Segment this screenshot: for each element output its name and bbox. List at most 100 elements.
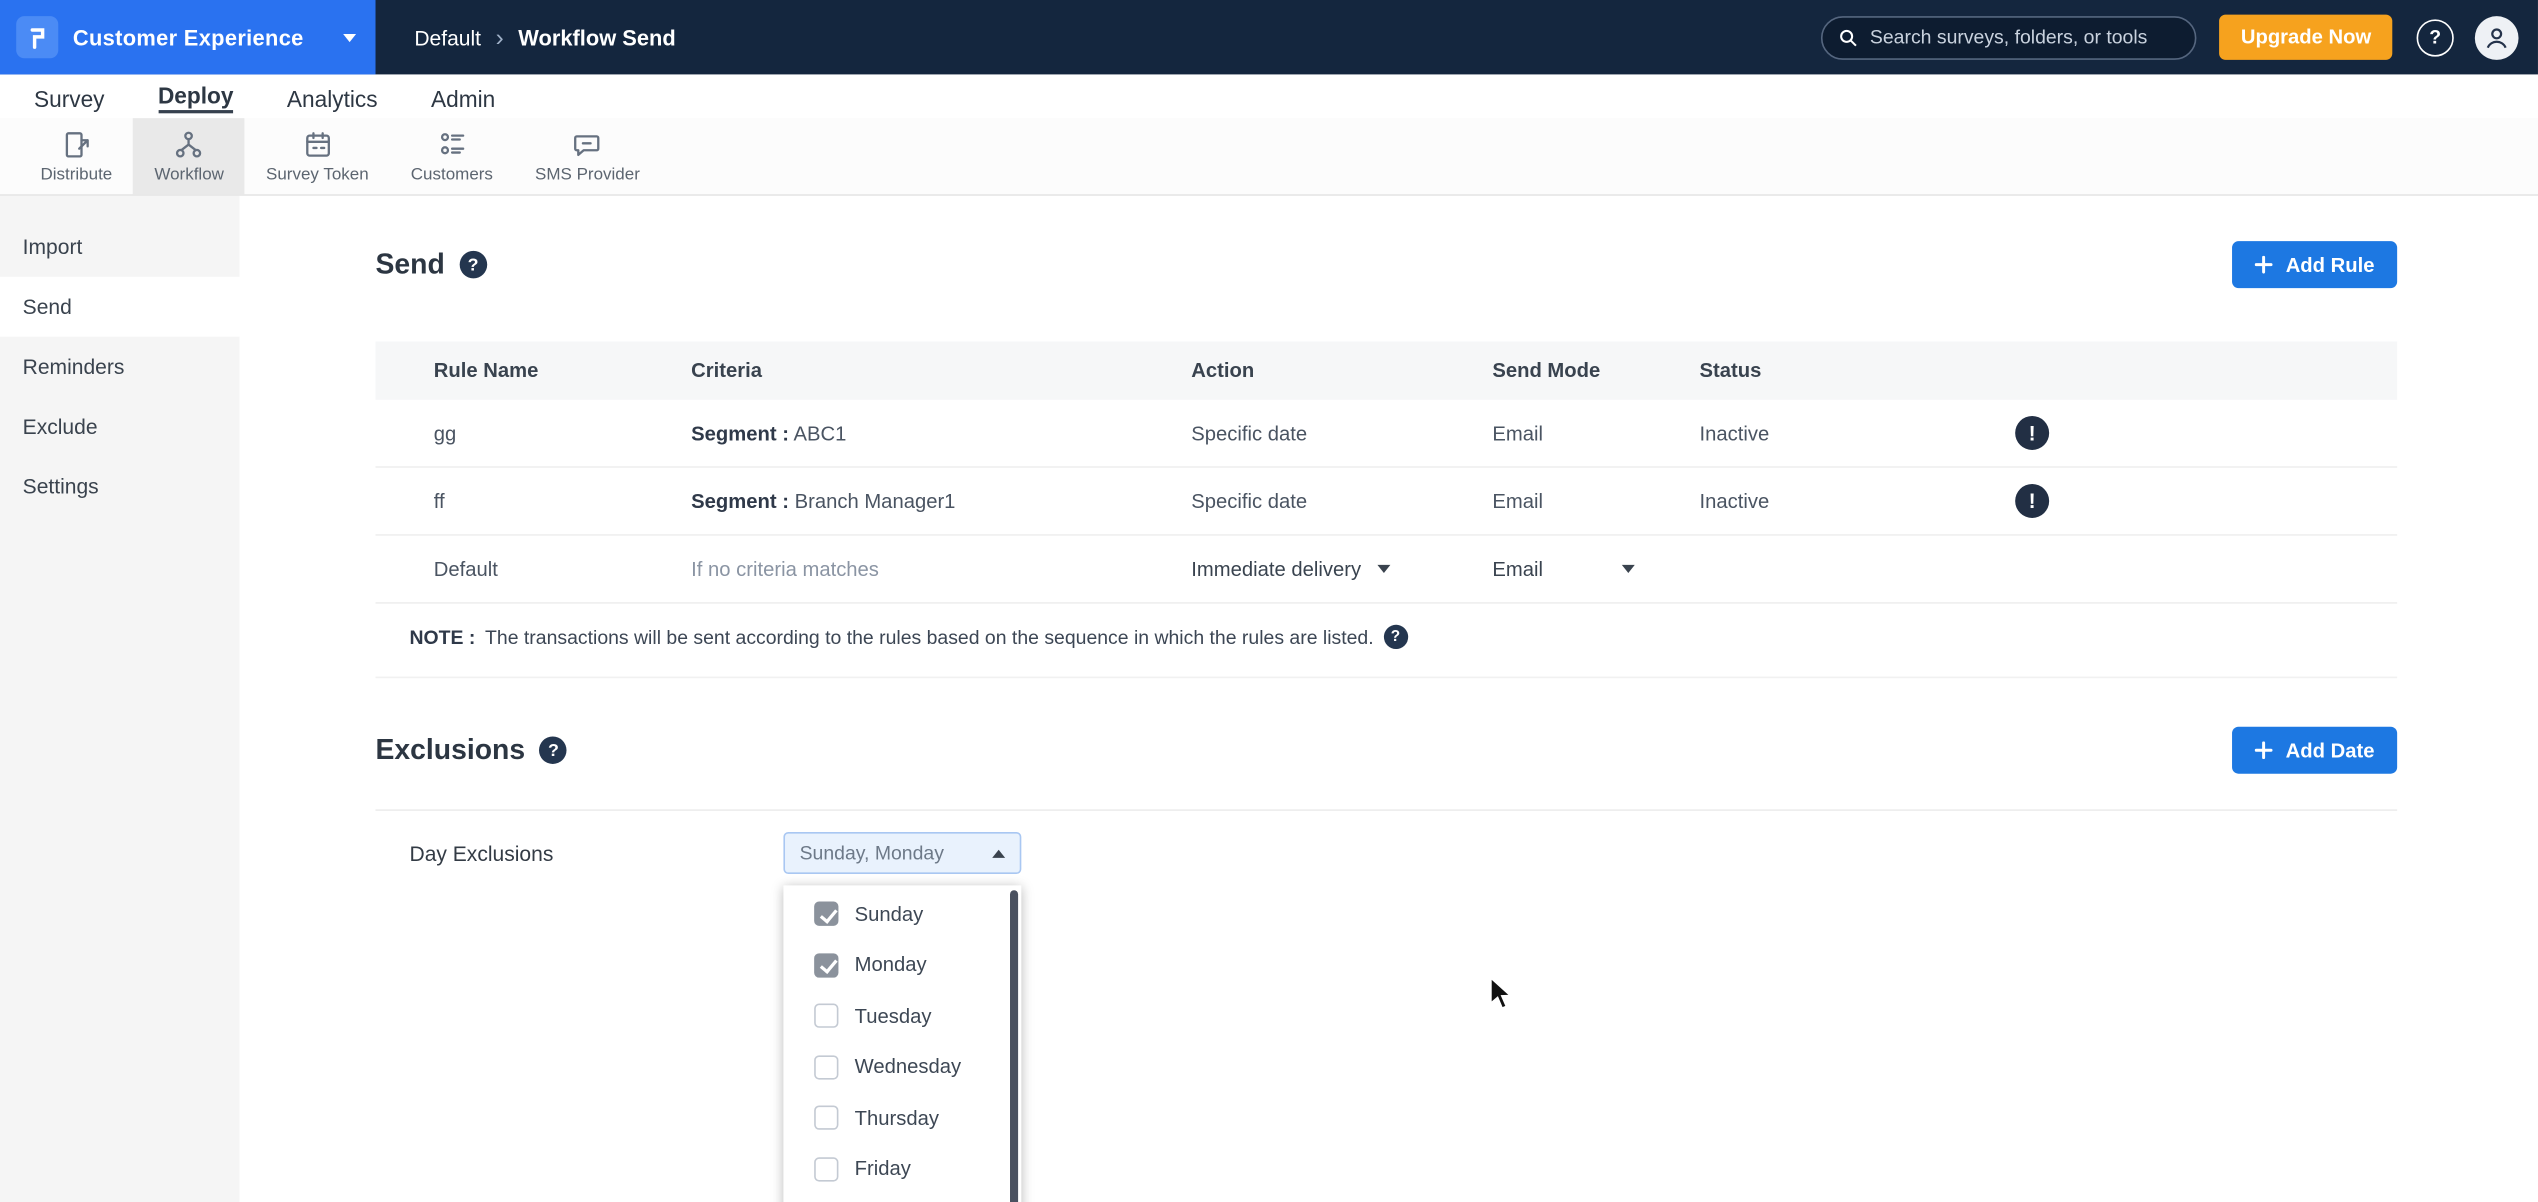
day-option-label: Friday	[854, 1157, 911, 1181]
table-row-default: Default If no criteria matches Immediate…	[375, 536, 2398, 604]
chevron-down-icon	[1377, 564, 1391, 573]
checkbox-icon[interactable]	[814, 1156, 839, 1182]
toolbar-item-label: Customers	[410, 164, 493, 184]
rule-action: Specific date	[1191, 421, 1308, 445]
day-exclusions-dropdown: Sunday Monday Tuesday Wednesday Thursday…	[783, 885, 1022, 1202]
workflow-icon	[176, 130, 202, 157]
day-option-label: Monday	[854, 953, 927, 977]
main-content: Send ? Add Rule Rule Name Criteria Actio…	[239, 195, 2538, 1202]
tab-analytics[interactable]: Analytics	[287, 86, 378, 114]
day-option-label: Thursday	[854, 1106, 939, 1130]
toolbar-item-label: Distribute	[40, 164, 113, 184]
table-row: ff Segment : Branch Manager1 Specific da…	[375, 468, 2398, 536]
add-date-button[interactable]: Add Date	[2232, 726, 2398, 774]
day-option-friday[interactable]: Friday	[783, 1144, 1021, 1195]
day-option-wednesday[interactable]: Wednesday	[783, 1042, 1021, 1093]
criteria-value: Branch Manager1	[794, 489, 956, 513]
send-mode-dropdown-value: Email	[1492, 557, 1543, 581]
workspace-name: Customer Experience	[72, 25, 304, 50]
sidebar-item-reminders[interactable]: Reminders	[0, 337, 240, 397]
sidebar-item-import[interactable]: Import	[0, 217, 240, 277]
action-dropdown[interactable]: Immediate delivery	[1191, 557, 1492, 581]
primary-nav: Survey Deploy Analytics Admin	[0, 74, 2538, 119]
rule-action: Specific date	[1191, 489, 1308, 513]
day-exclusions-value: Sunday, Monday	[799, 841, 944, 865]
sidebar-item-send[interactable]: Send	[0, 276, 240, 337]
warning-icon[interactable]: !	[2015, 415, 2050, 450]
checkbox-icon[interactable]	[814, 901, 839, 927]
checkbox-icon[interactable]	[814, 952, 839, 978]
col-send-mode: Send Mode	[1492, 359, 1601, 382]
search-input[interactable]	[1869, 25, 2180, 49]
toolbar-item-customers[interactable]: Customers	[390, 118, 514, 194]
day-option-monday[interactable]: Monday	[783, 940, 1021, 991]
checkbox-icon[interactable]	[814, 1003, 839, 1029]
sms-provider-icon	[574, 134, 601, 156]
exclusions-section-header: Exclusions ? Add Date	[376, 726, 2398, 774]
breadcrumb-folder[interactable]: Default	[414, 25, 481, 49]
toolbar-item-label: Workflow	[154, 164, 224, 184]
tab-admin[interactable]: Admin	[431, 86, 495, 114]
rule-status: Inactive	[1699, 421, 1770, 445]
col-status: Status	[1699, 359, 1762, 382]
toolbar-item-sms-provider[interactable]: SMS Provider	[514, 118, 661, 194]
note-help-icon[interactable]: ?	[1383, 624, 1408, 650]
upgrade-button[interactable]: Upgrade Now	[2219, 14, 2393, 60]
rule-criteria: If no criteria matches	[691, 557, 879, 581]
distribute-icon	[65, 131, 89, 157]
send-section-title: Send	[375, 247, 445, 281]
breadcrumb: Default › Workflow Send	[414, 25, 675, 49]
rule-criteria: Segment : Branch Manager1	[691, 490, 1191, 513]
rule-send-mode: Email	[1492, 489, 1543, 513]
tab-survey[interactable]: Survey	[34, 86, 105, 114]
day-exclusions-select[interactable]: Sunday, Monday	[783, 831, 1022, 875]
note-text: The transactions will be sent according …	[485, 625, 1374, 649]
send-help-icon[interactable]: ?	[459, 250, 487, 279]
workspace-switcher[interactable]: Customer Experience	[0, 0, 376, 75]
toolbar-item-workflow[interactable]: Workflow	[133, 118, 245, 195]
sidebar-item-settings[interactable]: Settings	[0, 456, 240, 516]
help-icon[interactable]: ?	[2416, 18, 2454, 56]
day-exclusions-label: Day Exclusions	[409, 840, 554, 866]
table-row: gg Segment : ABC1 Specific date Email In…	[375, 400, 2398, 468]
plus-icon	[2254, 741, 2273, 760]
dropdown-scrollbar[interactable]	[1010, 890, 1019, 1202]
breadcrumb-separator-icon: ›	[495, 23, 504, 51]
checkbox-icon[interactable]	[814, 1054, 839, 1080]
checkbox-icon[interactable]	[814, 1105, 839, 1131]
toolbar-item-survey-token[interactable]: Survey Token	[245, 118, 390, 194]
avatar[interactable]	[2474, 15, 2519, 60]
day-option-tuesday[interactable]: Tuesday	[783, 991, 1021, 1042]
exclusions-help-icon[interactable]: ?	[539, 736, 568, 764]
sidebar-item-exclude[interactable]: Exclude	[0, 397, 240, 457]
rules-table-header: Rule Name Criteria Action Send Mode Stat…	[375, 341, 2398, 400]
customers-icon	[440, 132, 464, 154]
exclusions-body: Day Exclusions Sunday, Monday Sunday Mon…	[375, 809, 2398, 1202]
criteria-value: ABC1	[793, 421, 847, 445]
rule-criteria: Segment : ABC1	[691, 422, 1191, 445]
day-option-sunday[interactable]: Sunday	[783, 889, 1021, 940]
user-icon	[2486, 27, 2507, 48]
app-root: Customer Experience Default › Workflow S…	[0, 0, 2538, 1202]
col-action: Action	[1191, 359, 1255, 382]
plus-icon	[2254, 255, 2273, 274]
tab-deploy[interactable]: Deploy	[157, 83, 234, 114]
chevron-down-icon	[343, 33, 357, 42]
toolbar-item-distribute[interactable]: Distribute	[19, 118, 133, 194]
global-search[interactable]	[1821, 15, 2198, 60]
action-dropdown-value: Immediate delivery	[1191, 557, 1362, 581]
col-criteria: Criteria	[691, 359, 763, 382]
brand-logo-icon	[16, 16, 59, 59]
day-option-label: Wednesday	[854, 1055, 962, 1079]
rule-name: ff	[433, 489, 445, 513]
chevron-down-icon	[1621, 564, 1635, 573]
add-rule-button[interactable]: Add Rule	[2232, 241, 2398, 289]
day-exclusions-row: Day Exclusions Sunday, Monday Sunday Mon…	[376, 811, 2398, 1202]
day-option-thursday[interactable]: Thursday	[783, 1093, 1021, 1144]
warning-icon[interactable]: !	[2015, 483, 2050, 518]
send-mode-dropdown[interactable]: Email	[1492, 557, 1635, 581]
rule-name: Default	[433, 557, 498, 581]
toolbar-item-label: SMS Provider	[535, 164, 640, 184]
rule-name: gg	[433, 421, 457, 445]
day-option-label: Sunday	[854, 902, 924, 926]
